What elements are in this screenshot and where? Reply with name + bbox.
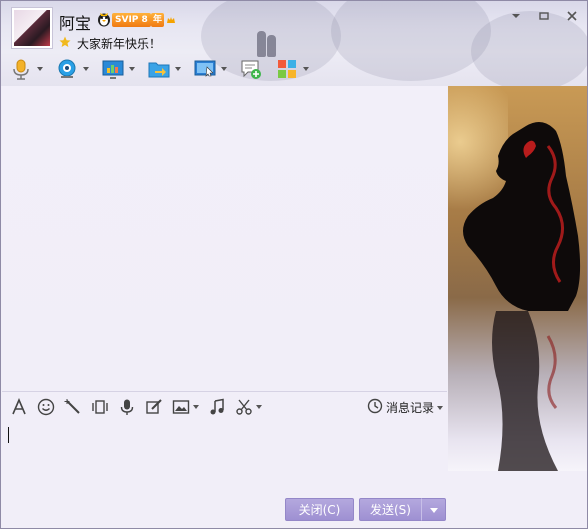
send-image-button[interactable] [172, 398, 199, 416]
chevron-down-icon[interactable] [437, 405, 443, 410]
text-caret [8, 427, 9, 443]
chevron-down-icon[interactable] [129, 67, 135, 71]
contact-nickname[interactable]: 阿宝 [59, 10, 91, 34]
window-footer: 关闭(C) 发送(S) [2, 491, 587, 528]
camera-icon [55, 57, 79, 81]
chevron-down-icon[interactable] [175, 67, 181, 71]
chevron-down-icon [430, 508, 438, 513]
voice-message-button[interactable] [118, 398, 136, 416]
microphone-icon [9, 57, 33, 81]
shake-window-button[interactable] [91, 398, 109, 416]
magic-effects-button[interactable] [64, 398, 82, 416]
close-icon[interactable] [565, 9, 579, 23]
chevron-down-icon[interactable] [256, 404, 262, 409]
message-input[interactable] [2, 421, 447, 499]
chevron-down-icon[interactable] [83, 67, 89, 71]
chevron-down-icon[interactable] [37, 67, 43, 71]
video-call-button[interactable] [55, 57, 89, 81]
remote-desktop-button[interactable] [101, 57, 135, 81]
smiley-icon [37, 398, 55, 416]
chat-show-picture [448, 86, 587, 471]
message-history-button[interactable]: 消息记录 [367, 398, 443, 417]
music-button[interactable] [208, 398, 226, 416]
chat-window: 阿宝 SVIP 8 年 大家新年快乐！ 消息记录 关闭(C) 发送(S) [0, 0, 588, 529]
window-controls [509, 9, 579, 23]
screen-share-icon [193, 57, 217, 81]
contact-signature: 大家新年快乐！ [77, 37, 162, 51]
close-button[interactable]: 关闭(C) [285, 498, 354, 521]
screen-share-button[interactable] [193, 57, 227, 81]
shake-icon [91, 398, 109, 416]
pen-icon [145, 398, 163, 416]
chevron-down-icon[interactable] [193, 404, 199, 409]
voice-call-button[interactable] [9, 57, 43, 81]
scissors-icon [235, 398, 253, 416]
monitor-chart-icon [101, 57, 125, 81]
font-button[interactable] [10, 397, 28, 416]
snow-tree-decoration [331, 1, 491, 81]
message-history-label: 消息记录 [385, 401, 434, 415]
send-button[interactable]: 发送(S) [359, 498, 422, 521]
clock-icon [367, 398, 383, 417]
message-display-area[interactable] [2, 86, 447, 391]
chat-add-icon [239, 57, 263, 81]
font-icon [10, 397, 28, 416]
year-badge[interactable]: 年 [151, 13, 165, 27]
folder-arrow-icon [147, 57, 171, 81]
penguin-vip-icon[interactable] [97, 11, 111, 27]
window-header[interactable]: 阿宝 SVIP 8 年 大家新年快乐！ [1, 1, 587, 86]
svip-badge[interactable]: SVIP 8 [112, 13, 151, 27]
apps-button[interactable] [275, 57, 309, 81]
woman-silhouette-image [463, 122, 581, 471]
send-options-button[interactable] [421, 498, 446, 521]
star-icon [59, 36, 71, 47]
minimize-icon[interactable] [537, 9, 551, 23]
couple-silhouette [267, 35, 276, 57]
avatar[interactable] [11, 7, 53, 49]
send-file-button[interactable] [147, 57, 181, 81]
microphone-icon [118, 398, 136, 416]
music-note-icon [208, 398, 226, 416]
avatar-image [14, 10, 50, 46]
chat-toolbar [9, 55, 321, 83]
create-discussion-button[interactable] [239, 57, 263, 81]
chevron-down-icon[interactable] [221, 67, 227, 71]
crown-icon [167, 17, 175, 23]
emoji-button[interactable] [37, 398, 55, 416]
screenshot-button[interactable] [235, 398, 262, 416]
chevron-down-icon[interactable] [303, 67, 309, 71]
magic-wand-icon [64, 398, 82, 416]
doodle-button[interactable] [145, 398, 163, 416]
apps-grid-icon [275, 57, 299, 81]
dropdown-icon[interactable] [509, 9, 523, 23]
input-toolbar: 消息记录 [2, 391, 447, 421]
image-icon [172, 398, 190, 416]
couple-silhouette [257, 31, 266, 57]
